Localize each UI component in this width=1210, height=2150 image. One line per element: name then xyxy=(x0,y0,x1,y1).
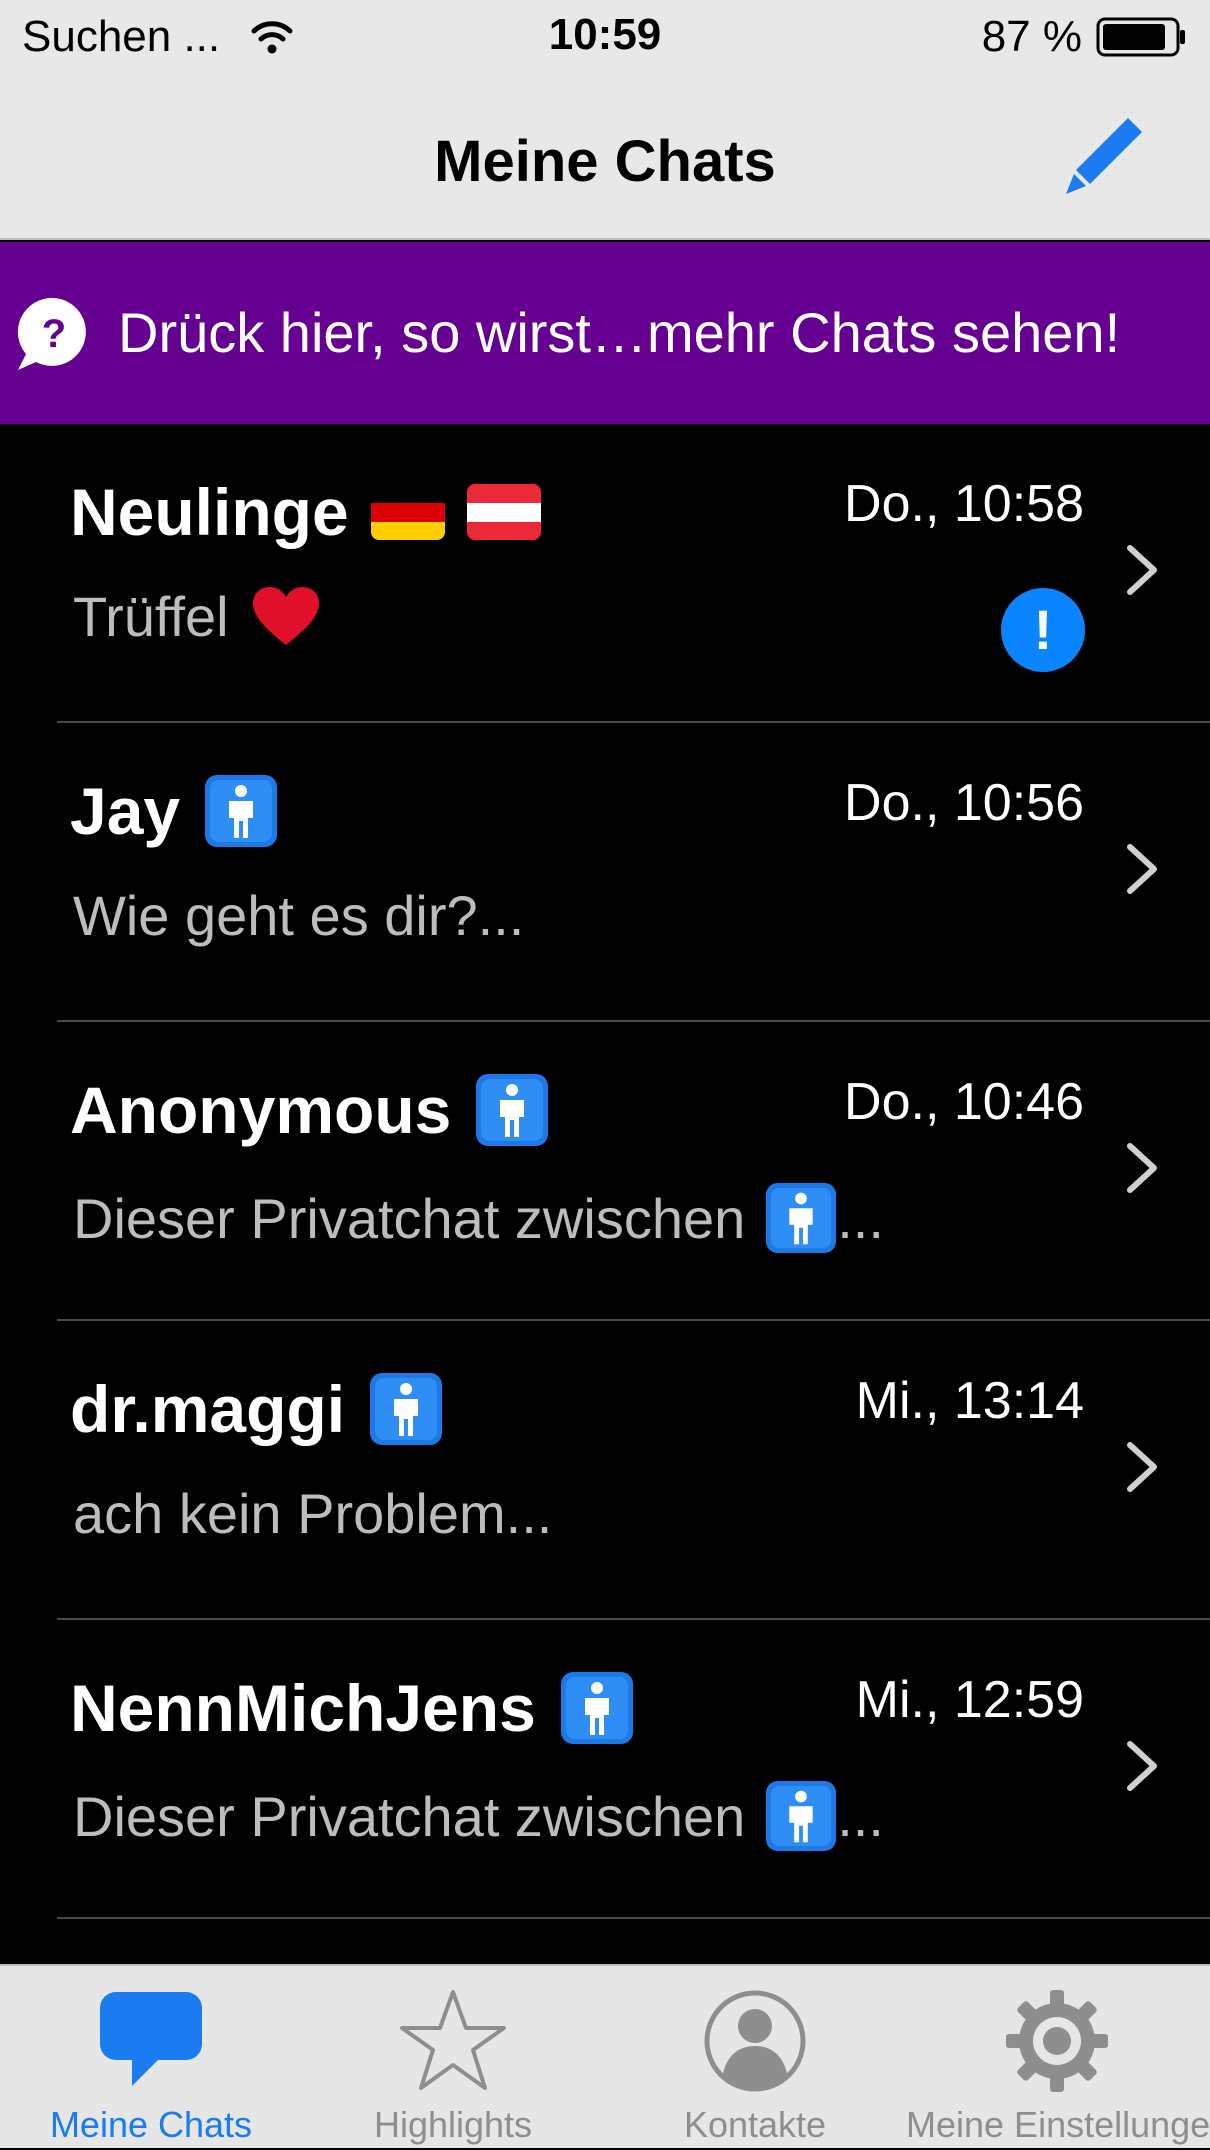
gear-icon xyxy=(1006,1990,1108,2092)
chevron-right-icon xyxy=(1127,1741,1157,1791)
svg-text:?: ? xyxy=(42,312,66,356)
chat-name-text: Neulinge xyxy=(70,475,349,549)
alert-badge: ! xyxy=(1001,588,1085,672)
chevron-right-icon xyxy=(1127,1442,1157,1492)
battery-icon xyxy=(1096,17,1185,57)
chat-preview-text: Trüffel xyxy=(73,585,229,648)
man-icon xyxy=(205,775,278,847)
man-icon xyxy=(766,1780,837,1852)
chat-time: Do., 10:56 xyxy=(844,774,1084,832)
chat-preview-text: Dieser Privatchat zwischen xyxy=(73,1784,746,1848)
man-icon xyxy=(766,1182,837,1254)
tab-meine-einstellungen[interactable]: Meine Einstellungen xyxy=(906,1966,1210,2150)
chat-time: Do., 10:58 xyxy=(844,475,1084,533)
status-right: 87 % xyxy=(982,12,1188,62)
star-icon xyxy=(400,1990,506,2090)
germany-flag-icon xyxy=(370,484,445,540)
page-title: Meine Chats xyxy=(434,129,776,194)
chat-name: Jay xyxy=(70,773,278,849)
chat-name: NennMichJens xyxy=(70,1670,634,1746)
chat-name: dr.maggi xyxy=(70,1371,443,1447)
chat-preview-text: ach kein Problem... xyxy=(73,1482,553,1545)
tab-label: Kontakte xyxy=(683,2104,827,2145)
banner-text: Drück hier, so wirst…mehr Chats sehen! xyxy=(118,301,1121,364)
chat-name-text: NennMichJens xyxy=(70,1671,536,1745)
chevron-right-icon xyxy=(1127,545,1157,595)
austria-flag-icon xyxy=(466,484,541,540)
chat-preview-ellipsis: ... xyxy=(837,1784,884,1848)
chat-time: Mi., 13:14 xyxy=(855,1372,1084,1430)
chat-time: Mi., 12:59 xyxy=(855,1671,1084,1729)
chat-row-neulinge[interactable]: Neulinge Do., 10:58 Trüffel ! xyxy=(0,424,1210,723)
chevron-right-icon xyxy=(1127,844,1157,894)
chat-list: Neulinge Do., 10:58 Trüffel ! Jay Do., 1… xyxy=(0,424,1210,1964)
row-divider xyxy=(57,1917,1210,1919)
chat-name: Anonymous xyxy=(70,1072,549,1148)
chat-preview: Dieser Privatchat zwischen ... xyxy=(73,1780,884,1852)
chat-time: Do., 10:46 xyxy=(844,1073,1084,1131)
man-icon xyxy=(476,1074,549,1146)
navigation-bar: Meine Chats xyxy=(0,78,1210,240)
tab-label: Highlights xyxy=(373,2104,533,2145)
chat-preview-text: Wie geht es dir?... xyxy=(73,884,525,947)
chat-name: Neulinge xyxy=(70,474,541,550)
contact-icon xyxy=(704,1990,806,2092)
chat-name-text: Jay xyxy=(70,774,181,848)
status-bar: Suchen ... 10:59 87 % xyxy=(0,0,1210,78)
heart-icon xyxy=(252,586,319,645)
chat-bubble-icon xyxy=(100,1992,202,2086)
chat-preview-ellipsis: ... xyxy=(837,1186,884,1250)
chat-name-text: Anonymous xyxy=(70,1073,452,1147)
info-banner[interactable]: ? Drück hier, so wirst…mehr Chats sehen! xyxy=(0,242,1210,424)
chat-preview: Wie geht es dir?... xyxy=(73,883,524,948)
pencil-icon[interactable] xyxy=(1058,110,1148,200)
chat-row-nennmichjens[interactable]: NennMichJens Mi., 12:59 Dieser Privatcha… xyxy=(0,1620,1210,1919)
chat-preview: Trüffel xyxy=(73,584,321,649)
chat-preview: Dieser Privatchat zwischen ... xyxy=(73,1182,884,1254)
chat-name-text: dr.maggi xyxy=(70,1372,346,1446)
chat-row-anonymous[interactable]: Anonymous Do., 10:46 Dieser Privatchat z… xyxy=(0,1022,1210,1321)
chevron-right-icon xyxy=(1127,1143,1157,1193)
chat-row-jay[interactable]: Jay Do., 10:56 Wie geht es dir?... xyxy=(0,723,1210,1022)
question-bubble-icon: ? xyxy=(17,297,86,370)
man-icon xyxy=(370,1373,443,1445)
tab-label: Meine Chats xyxy=(49,2104,253,2145)
tab-bar: Meine Chats Highlights Kontakte Meine Ei… xyxy=(0,1964,1210,2148)
chat-preview: ach kein Problem... xyxy=(73,1481,552,1546)
tab-label: Meine Einstellungen xyxy=(906,2104,1210,2145)
battery-percentage: 87 % xyxy=(981,12,1082,61)
tab-meine-chats[interactable]: Meine Chats xyxy=(0,1966,302,2150)
tab-highlights[interactable]: Highlights xyxy=(302,1966,604,2150)
tab-kontakte[interactable]: Kontakte xyxy=(604,1966,906,2150)
man-icon xyxy=(560,1672,633,1744)
chat-row-dr-maggi[interactable]: dr.maggi Mi., 13:14 ach kein Problem... xyxy=(0,1321,1210,1620)
chat-preview-text: Dieser Privatchat zwischen xyxy=(73,1186,746,1250)
